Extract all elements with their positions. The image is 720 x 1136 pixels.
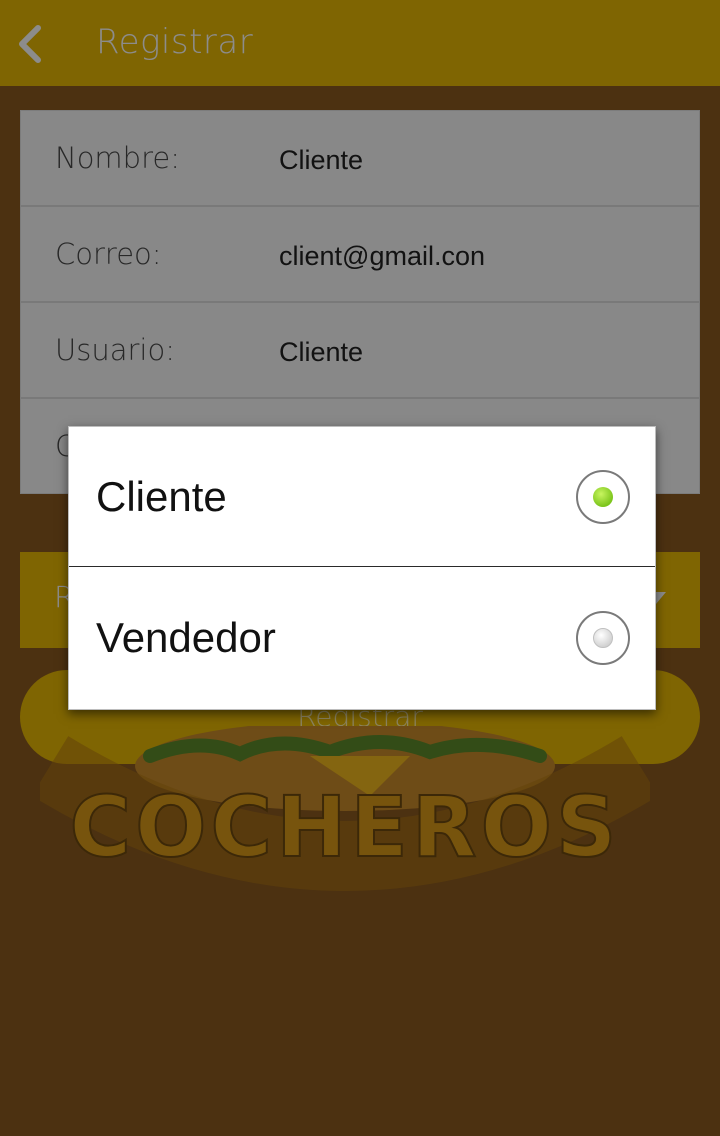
radio-vendedor[interactable] [576, 611, 630, 665]
option-vendedor-label: Vendedor [96, 614, 276, 661]
radio-unselected-dot [593, 628, 613, 648]
option-cliente[interactable]: Cliente [69, 427, 655, 567]
option-vendedor[interactable]: Vendedor [69, 568, 655, 708]
role-dialog: Cliente Vendedor [68, 426, 656, 710]
radio-selected-dot [593, 486, 613, 507]
radio-cliente[interactable] [576, 469, 630, 524]
option-cliente-label: Cliente [96, 472, 227, 520]
